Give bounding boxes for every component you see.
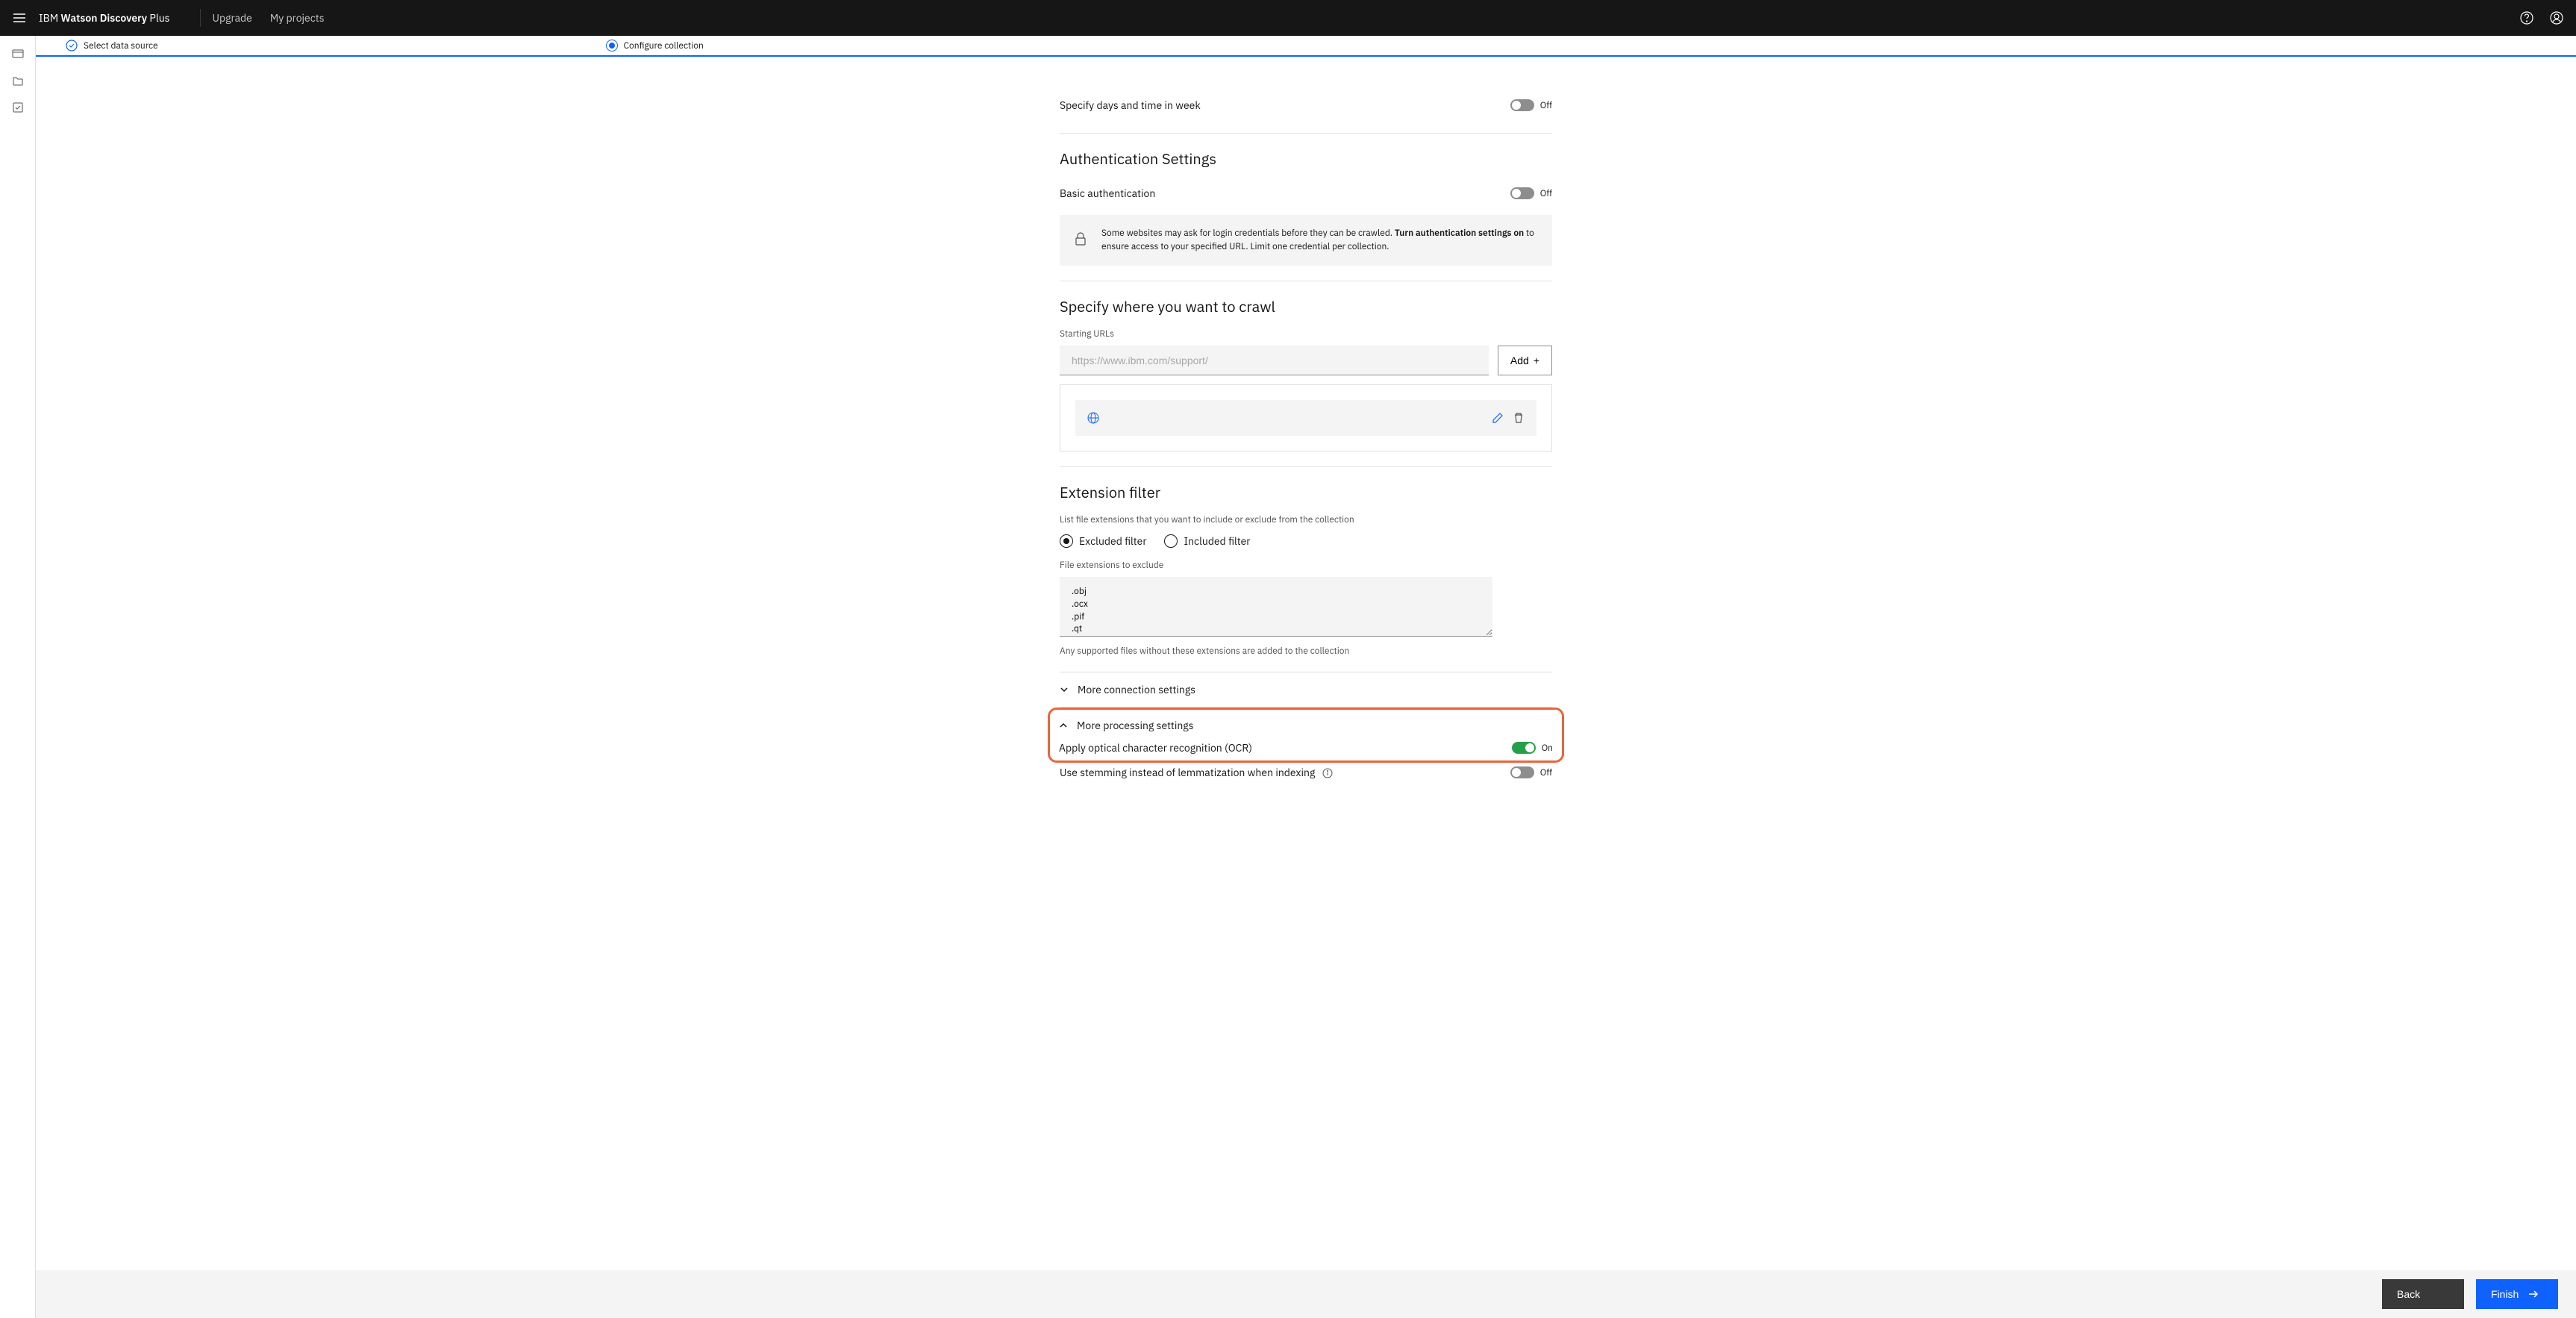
section-authentication: Authentication Settings Basic authentica… [1060,134,1552,281]
arrow-right-icon [2527,1288,2539,1300]
radio-included-label: Included filter [1184,534,1250,548]
radio-included-circle [1164,534,1178,548]
crawl-title: Specify where you want to crawl [1060,296,1552,316]
section-extension-filter: Extension filter List file extensions th… [1060,467,1552,672]
auth-info-pre: Some websites may ask for login credenti… [1101,228,1395,239]
main-content: Specify days and time in week Off Authen… [36,93,2576,842]
edit-icon[interactable] [1492,412,1504,424]
sidenav-item-1[interactable] [6,42,30,66]
trash-icon[interactable] [1513,412,1525,424]
footer-bar: Back Finish [36,1270,2576,1318]
top-header: IBM Watson Discovery Plus Upgrade My pro… [0,0,2576,36]
section-connection-accordion: More connection settings [1060,672,1552,708]
chevron-down-icon [1060,685,1069,694]
accordion-processing-label: More processing settings [1077,719,1194,732]
stemming-label: Use stemming instead of lemmatization wh… [1060,766,1333,779]
my-projects-link[interactable]: My projects [270,11,325,25]
specify-days-label: Specify days and time in week [1060,99,1201,112]
header-divider [200,9,201,27]
accordion-connection-label: More connection settings [1078,683,1195,696]
radio-included[interactable]: Included filter [1164,534,1250,548]
check-circle-icon [66,40,78,51]
specify-days-state: Off [1540,100,1552,111]
basic-auth-toggle[interactable] [1510,187,1534,199]
radio-excluded-label: Excluded filter [1079,534,1146,548]
progress-indicator: Select data source Configure collection [36,36,2576,57]
accordion-connection-header[interactable]: More connection settings [1060,672,1552,707]
basic-auth-state: Off [1540,188,1552,199]
extfilter-radio-group: Excluded filter Included filter [1060,534,1552,548]
add-url-button[interactable]: Add+ [1498,346,1552,375]
extfilter-help: Any supported files without these extens… [1060,646,1552,657]
chevron-up-icon [1059,721,1068,730]
ocr-state: On [1542,743,1553,754]
brand-label: IBM Watson Discovery Plus [39,11,170,25]
extensions-textarea[interactable] [1060,577,1492,637]
progress-step-1-label: Select data source [84,40,158,51]
plus-icon: + [1534,355,1539,366]
extfilter-desc: List file extensions that you want to in… [1060,514,1552,525]
side-nav [0,36,36,1318]
radio-current-icon [606,40,618,51]
sidenav-item-3[interactable] [6,96,30,119]
info-icon[interactable] [1322,768,1333,778]
accordion-processing-header[interactable]: More processing settings [1059,713,1553,738]
ocr-toggle[interactable] [1512,742,1536,754]
extfilter-title: Extension filter [1060,482,1552,502]
stemming-toggle[interactable] [1510,766,1534,778]
radio-excluded[interactable]: Excluded filter [1060,534,1146,548]
extensions-label: File extensions to exclude [1060,560,1552,571]
section-schedule: Specify days and time in week Off [1060,93,1552,134]
help-icon[interactable] [2519,10,2534,25]
lock-icon [1072,230,1090,248]
processing-highlight-box: More processing settings Apply optical c… [1048,708,1564,763]
finish-button[interactable]: Finish [2476,1279,2558,1309]
progress-step-select-source[interactable]: Select data source [66,36,158,55]
hamburger-menu-icon[interactable] [12,10,27,25]
progress-step-2-label: Configure collection [624,40,704,51]
progress-step-configure[interactable]: Configure collection [606,36,704,55]
auth-info-bold: Turn authentication settings on [1395,228,1524,239]
stemming-state: Off [1540,767,1552,778]
globe-icon [1087,412,1099,424]
section-crawl: Specify where you want to crawl Starting… [1060,281,1552,467]
ocr-label: Apply optical character recognition (OCR… [1059,741,1252,755]
sidenav-item-2[interactable] [6,69,30,93]
user-avatar-icon[interactable] [2549,10,2564,25]
url-item [1075,400,1536,436]
url-list [1060,384,1552,452]
starting-url-input[interactable] [1060,346,1489,375]
starting-urls-label: Starting URLs [1060,328,1552,340]
specify-days-toggle[interactable] [1510,99,1534,111]
back-button[interactable]: Back [2382,1279,2464,1309]
radio-excluded-circle [1060,534,1073,548]
stemming-row: Use stemming instead of lemmatization wh… [1060,763,1552,782]
basic-auth-label: Basic authentication [1060,187,1155,200]
auth-info-box: Some websites may ask for login credenti… [1060,215,1552,266]
upgrade-link[interactable]: Upgrade [213,11,252,25]
auth-title: Authentication Settings [1060,149,1552,169]
